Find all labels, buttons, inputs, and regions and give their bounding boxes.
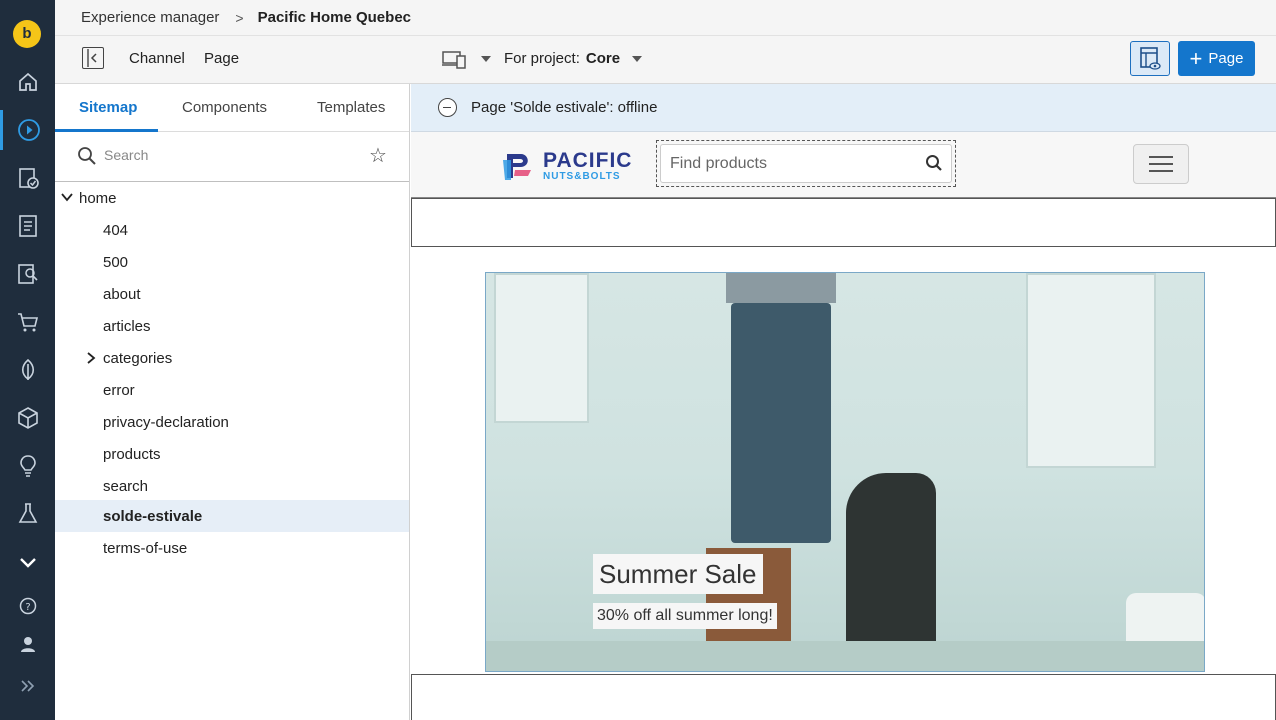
hero-figure bbox=[846, 473, 936, 663]
box-icon[interactable] bbox=[0, 398, 55, 438]
tree-node-label: about bbox=[103, 285, 141, 303]
tab-sitemap[interactable]: Sitemap bbox=[79, 99, 137, 116]
tree-node-label: search bbox=[103, 477, 149, 495]
hero-window bbox=[494, 273, 589, 423]
sitemap-panel: Sitemap Components Templates Search ☆ ho… bbox=[55, 84, 410, 720]
expand-icon[interactable] bbox=[0, 666, 55, 706]
chevron-right-icon[interactable] bbox=[86, 352, 96, 364]
tree-node[interactable]: terms-of-use bbox=[55, 532, 409, 564]
tree-node-home[interactable]: home bbox=[55, 182, 409, 214]
search-icon bbox=[78, 147, 96, 165]
tree-node-label: home bbox=[79, 189, 117, 207]
tree-node[interactable]: products bbox=[55, 438, 409, 470]
chevron-right-icon: > bbox=[235, 9, 244, 26]
tree-node[interactable]: search bbox=[55, 470, 409, 502]
preview-icon bbox=[1140, 46, 1161, 70]
find-products-placeholder: Find products bbox=[670, 155, 767, 172]
tree-node-label: articles bbox=[103, 317, 151, 335]
hero-figure bbox=[731, 303, 831, 543]
breadcrumb: Experience manager > Pacific Home Quebec bbox=[55, 0, 1276, 36]
tab-components[interactable]: Components bbox=[182, 99, 267, 116]
page-preview: Page 'Solde estivale': offline PACIFIC N… bbox=[411, 84, 1276, 720]
app-window: b ? Experience manager > Pacific Home Qu… bbox=[0, 0, 1276, 720]
chevron-down-icon bbox=[632, 55, 643, 62]
tree-node[interactable]: error bbox=[55, 374, 409, 406]
pacific-logo[interactable]: PACIFIC NUTS&BOLTS bbox=[501, 150, 632, 182]
bloomreach-logo[interactable]: b bbox=[13, 20, 41, 48]
hero-banner[interactable]: Summer Sale 30% off all summer long! bbox=[485, 272, 1205, 672]
experience-icon[interactable] bbox=[0, 110, 55, 150]
user-icon[interactable] bbox=[0, 624, 55, 664]
tree-node-label: categories bbox=[103, 349, 173, 367]
plus-icon: + bbox=[1189, 45, 1203, 71]
tree-node-selected[interactable]: solde-estivale bbox=[55, 500, 409, 532]
star-icon[interactable]: ☆ bbox=[369, 143, 387, 168]
tree-node[interactable]: 404 bbox=[55, 214, 409, 246]
tree-node-label: terms-of-use bbox=[103, 539, 188, 557]
empty-container[interactable] bbox=[411, 674, 1276, 720]
toolbar: Channel Page For project: Core + Page bbox=[55, 36, 1276, 84]
brand-primary: PACIFIC bbox=[543, 149, 633, 172]
device-selector[interactable] bbox=[441, 49, 491, 69]
find-products-input[interactable]: Find products bbox=[660, 144, 952, 183]
preview-toggle-button[interactable] bbox=[1130, 41, 1170, 76]
add-page-label: Page bbox=[1208, 50, 1244, 67]
main-nav: b ? bbox=[0, 0, 55, 720]
tree-node-categories[interactable]: categories bbox=[55, 342, 409, 374]
page-status-text: Page 'Solde estivale': offline bbox=[471, 99, 658, 116]
collapse-sidebar-icon[interactable] bbox=[82, 47, 104, 69]
cart-icon[interactable] bbox=[0, 302, 55, 342]
hero-floor bbox=[486, 641, 1204, 671]
tree-node-label: 500 bbox=[103, 253, 129, 271]
hero-subtitle: 30% off all summer long! bbox=[593, 603, 777, 629]
home-icon[interactable] bbox=[0, 62, 55, 102]
leaf-icon[interactable] bbox=[0, 350, 55, 390]
project-label: For project: bbox=[504, 50, 580, 67]
devices-icon bbox=[442, 51, 466, 69]
tree-node-label: products bbox=[103, 445, 161, 463]
tree-node-label: solde-estivale bbox=[103, 507, 203, 525]
tasks-icon[interactable] bbox=[0, 158, 55, 198]
hero-window bbox=[1026, 273, 1156, 468]
lightbulb-icon[interactable] bbox=[0, 446, 55, 486]
tree-node-label: error bbox=[103, 381, 135, 399]
tree-node[interactable]: about bbox=[55, 278, 409, 310]
chevron-down-icon[interactable] bbox=[61, 192, 73, 202]
find-products-container: Find products bbox=[656, 140, 956, 187]
search-report-icon[interactable] bbox=[0, 254, 55, 294]
sitemap-search: Search ☆ bbox=[55, 132, 409, 182]
add-page-button[interactable]: + Page bbox=[1178, 41, 1255, 76]
help-icon[interactable]: ? bbox=[0, 586, 55, 626]
site-header: PACIFIC NUTS&BOLTS Find products bbox=[411, 132, 1276, 198]
flask-icon[interactable] bbox=[0, 494, 55, 534]
menu-toggle-button[interactable] bbox=[1133, 144, 1189, 184]
offline-icon bbox=[438, 98, 457, 117]
tab-templates[interactable]: Templates bbox=[317, 99, 385, 116]
page-status-bar: Page 'Solde estivale': offline bbox=[411, 84, 1276, 132]
breadcrumb-current: Pacific Home Quebec bbox=[257, 9, 412, 26]
tree-node-label: privacy-declaration bbox=[103, 413, 229, 431]
chevron-down-icon bbox=[481, 56, 491, 62]
hero-title: Summer Sale bbox=[593, 554, 763, 594]
hero-figure bbox=[726, 273, 836, 303]
brand-secondary: NUTS&BOLTS bbox=[543, 171, 621, 182]
pacific-logo-mark bbox=[503, 154, 531, 180]
channel-menu[interactable]: Channel bbox=[129, 50, 185, 67]
empty-container[interactable] bbox=[411, 198, 1276, 247]
project-selector[interactable]: For project: Core bbox=[504, 50, 643, 67]
tree-node-label: 404 bbox=[103, 221, 129, 239]
project-value: Core bbox=[585, 50, 621, 67]
hamburger-icon bbox=[1149, 156, 1173, 158]
documents-icon[interactable] bbox=[0, 206, 55, 246]
more-icon[interactable] bbox=[0, 543, 55, 583]
tree-node[interactable]: 500 bbox=[55, 246, 409, 278]
tree-node[interactable]: privacy-declaration bbox=[55, 406, 409, 438]
svg-text:?: ? bbox=[25, 602, 30, 613]
tree-node[interactable]: articles bbox=[55, 310, 409, 342]
search-icon[interactable] bbox=[925, 154, 943, 172]
page-menu[interactable]: Page bbox=[204, 50, 239, 67]
panel-tabs: Sitemap Components Templates bbox=[55, 84, 409, 132]
breadcrumb-parent[interactable]: Experience manager bbox=[81, 9, 219, 26]
sitemap-search-input[interactable]: Search bbox=[104, 147, 148, 163]
